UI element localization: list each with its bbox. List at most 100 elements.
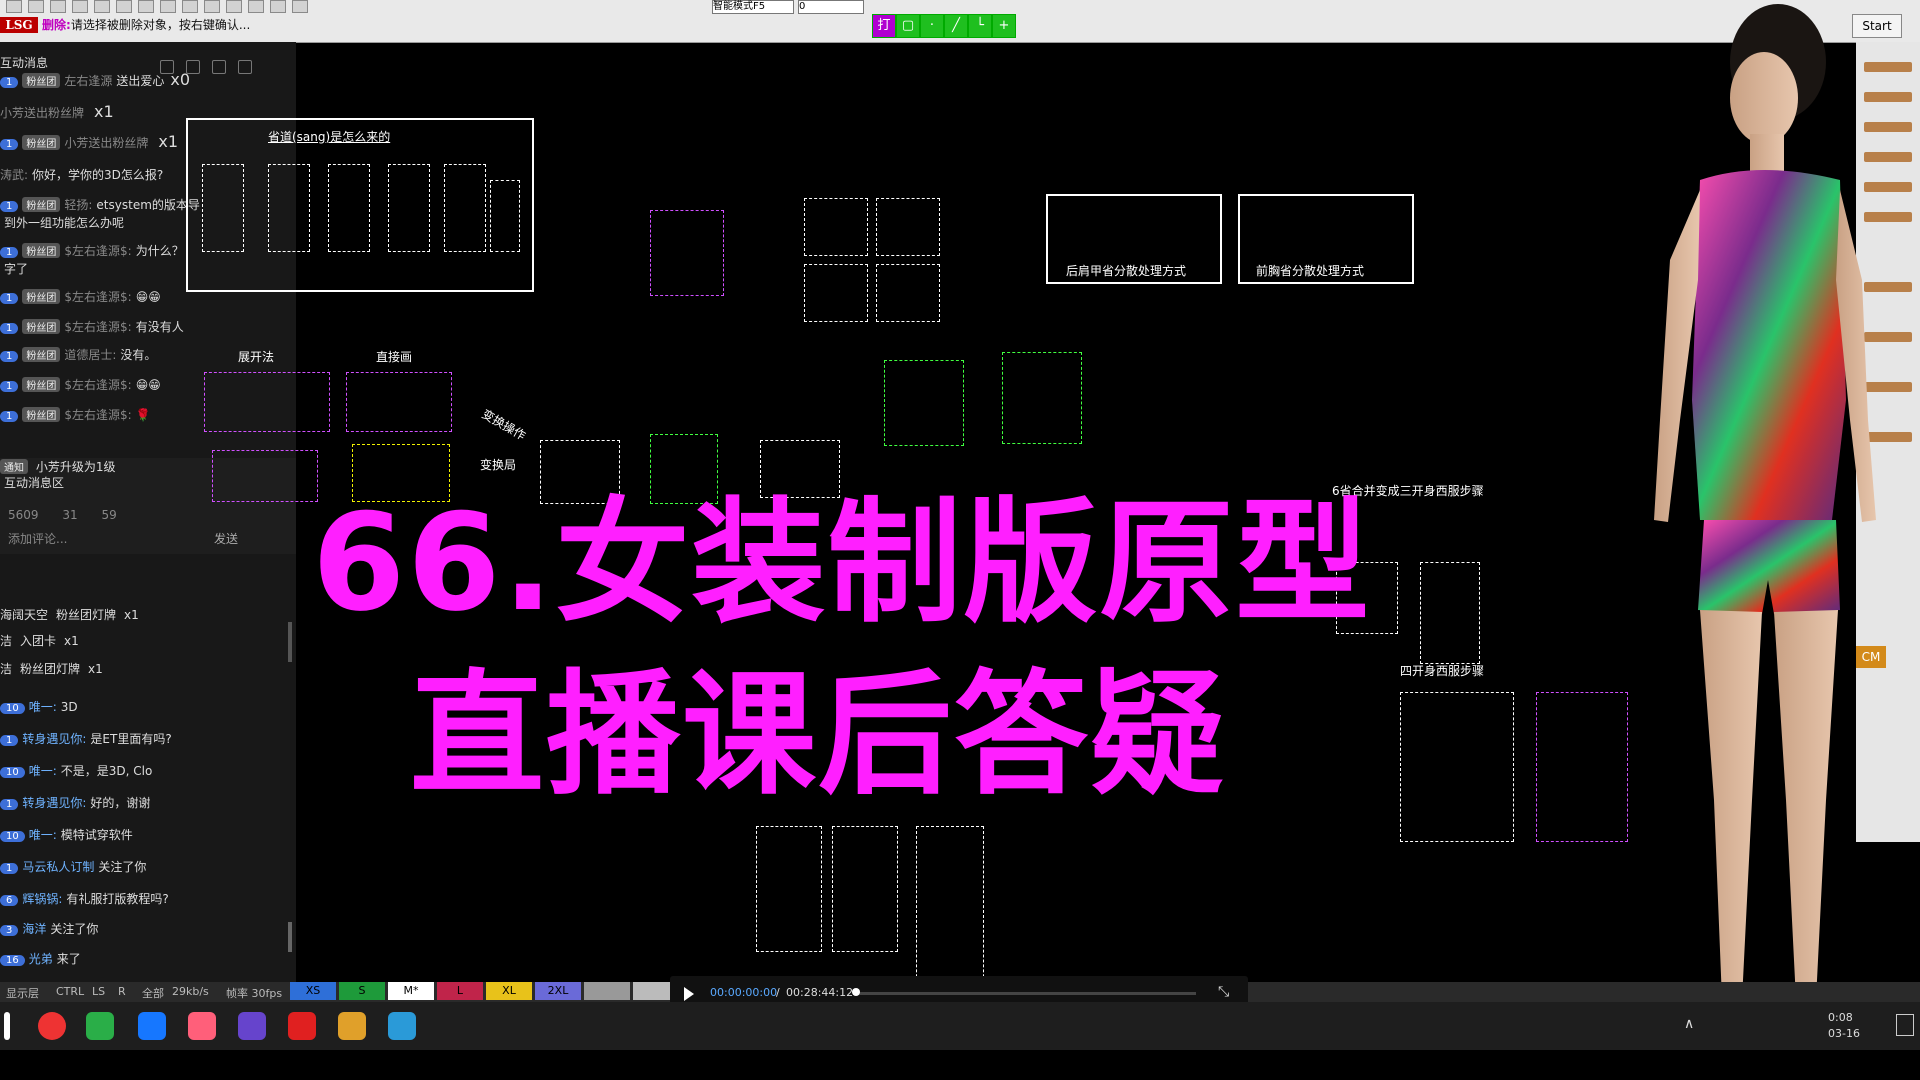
cross2-icon[interactable] xyxy=(270,0,286,13)
chat-text: 字了 xyxy=(4,262,29,276)
popout-icon[interactable] xyxy=(212,60,226,74)
avatar-shorts xyxy=(1698,520,1840,614)
delete-icon[interactable] xyxy=(204,0,220,13)
zoom-icon[interactable] xyxy=(138,0,154,13)
chat-username[interactable]: $左右逢源$: xyxy=(64,290,131,304)
wechat-icon[interactable] xyxy=(86,1012,114,1040)
overlay-title-line-2: 直播课后答疑 xyxy=(410,657,1227,813)
chat-username[interactable]: 转身遇见你: xyxy=(22,732,86,746)
user-level-badge: 1 xyxy=(0,139,19,150)
chat-username[interactable]: 海洋 xyxy=(22,922,46,936)
unfold-piece xyxy=(204,372,330,432)
chat-username[interactable]: 辉锅锅: xyxy=(22,892,62,906)
snap-square-icon[interactable]: ▢ xyxy=(896,14,920,38)
snap-dot-icon[interactable]: · xyxy=(920,14,944,38)
chat-username[interactable]: 小芳送出粉丝牌 xyxy=(64,136,148,150)
size-chip[interactable]: 2XL xyxy=(535,982,581,1000)
play-icon[interactable] xyxy=(684,987,694,1001)
display-layer[interactable]: 显示层 xyxy=(6,985,39,1001)
size-chip[interactable]: S xyxy=(339,982,385,1000)
avatar-top xyxy=(1692,170,1846,520)
chat-username[interactable]: 唯一: xyxy=(29,700,57,714)
clock-time: 0:08 xyxy=(1828,1011,1853,1024)
chat-username[interactable]: 光弟 xyxy=(29,952,53,966)
redo-icon[interactable] xyxy=(182,0,198,13)
chat-text: 送出爱心 xyxy=(116,74,165,88)
chat-username[interactable]: $左右逢源$: xyxy=(64,378,131,392)
mode-value-field[interactable]: 0 xyxy=(798,0,864,14)
chat-username[interactable]: 道德居士: xyxy=(64,348,116,362)
app-paw-icon[interactable] xyxy=(188,1012,216,1040)
app-live-icon[interactable] xyxy=(338,1012,366,1040)
chat-username[interactable]: 唯一: xyxy=(29,828,57,842)
pan-icon[interactable] xyxy=(116,0,132,13)
fullscreen-icon[interactable]: ⤡ xyxy=(1218,984,1229,1000)
chat-username[interactable]: 轻扬: xyxy=(64,198,92,212)
zoom-out-icon[interactable] xyxy=(50,0,66,13)
open-icon[interactable] xyxy=(6,0,22,13)
chat-username[interactable]: 转身遇见你: xyxy=(22,796,86,810)
fit-icon[interactable] xyxy=(94,0,110,13)
size-chip[interactable]: M* xyxy=(388,982,434,1000)
mode-select[interactable]: 智能模式F5 xyxy=(712,0,794,14)
user-level-badge: 10 xyxy=(0,767,25,778)
user-level-badge: 1 xyxy=(0,323,19,334)
app-cad-icon[interactable] xyxy=(388,1012,416,1040)
back-dart-label: 后肩甲省分散处理方式 xyxy=(1066,264,1187,278)
chat-username[interactable]: $左右逢源$: xyxy=(64,244,131,258)
chat-username[interactable]: $左右逢源$: xyxy=(64,320,131,334)
progress-track[interactable] xyxy=(856,992,1196,995)
chat-username[interactable]: 涛武: xyxy=(0,168,28,182)
app-record-icon[interactable] xyxy=(288,1012,316,1040)
zoom-in-icon[interactable] xyxy=(72,0,88,13)
snap-cross-icon[interactable]: + xyxy=(992,14,1016,38)
size-chip[interactable] xyxy=(584,982,630,1000)
chat-message: 1 粉丝团 $左右逢源$: 😁😁 xyxy=(0,376,161,393)
tray-expand-icon[interactable]: ∧ xyxy=(1684,1016,1694,1032)
start-icon[interactable] xyxy=(4,1012,10,1040)
system-clock[interactable]: 0:08 03-16 xyxy=(1828,1010,1860,1042)
chat-scrollbar-lower[interactable] xyxy=(288,922,292,952)
cross-icon[interactable] xyxy=(248,0,264,13)
stat-views: 5609 xyxy=(8,508,39,522)
chat-username[interactable]: 马云私人订制 xyxy=(22,860,94,874)
chrome-icon[interactable] xyxy=(38,1012,66,1040)
chat-message: 1 粉丝团 道德居士: 没有。 xyxy=(0,346,156,363)
chat-text: 没有。 xyxy=(120,348,157,362)
snap-corner-icon[interactable]: └ xyxy=(968,14,992,38)
chat-message: 1 转身遇见你: 好的，谢谢 xyxy=(0,794,150,811)
chat-input[interactable]: 添加评论... xyxy=(8,530,67,547)
chat-text: 有没有人 xyxy=(135,320,184,334)
size-chip[interactable]: XS xyxy=(290,982,336,1000)
size-chip[interactable]: XL xyxy=(486,982,532,1000)
close-icon[interactable] xyxy=(238,60,252,74)
size-chip[interactable]: L xyxy=(437,982,483,1000)
app-design-icon[interactable] xyxy=(238,1012,266,1040)
chat-username[interactable]: 左右逢源 xyxy=(64,74,112,88)
snap-line-icon[interactable]: ╱ xyxy=(944,14,968,38)
unfold-label: 展开法 xyxy=(238,350,275,364)
pattern-piece xyxy=(1536,692,1628,842)
erase-icon[interactable] xyxy=(292,0,308,13)
pattern-piece xyxy=(832,826,898,952)
fan-club-badge: 粉丝团 xyxy=(22,197,61,212)
snap-print-button[interactable]: 打 xyxy=(872,14,896,38)
app-shield-icon[interactable] xyxy=(138,1012,166,1040)
notification-icon[interactable] xyxy=(1896,1014,1914,1036)
pattern-piece xyxy=(328,164,370,252)
progress-knob[interactable] xyxy=(852,988,860,996)
move-icon[interactable] xyxy=(226,0,242,13)
chat-username[interactable]: 小芳送出粉丝牌 xyxy=(0,106,84,120)
chat-username[interactable]: 唯一: xyxy=(29,764,57,778)
send-button[interactable]: 发送 xyxy=(214,530,238,547)
chat-message: 3 海洋 关注了你 xyxy=(0,920,98,937)
four-piece-suit-label: 四开身西服步骤 xyxy=(1400,664,1485,678)
pattern-piece xyxy=(444,164,486,252)
save-icon[interactable] xyxy=(28,0,44,13)
fan-club-badge: 粉丝团 xyxy=(22,407,61,422)
all-indicator[interactable]: 全部 xyxy=(142,985,164,1001)
undo-icon[interactable] xyxy=(160,0,176,13)
top-toolbar: LSG 删除:请选择被删除对象，按右键确认... 智能模式F5 0 打 ▢ · … xyxy=(0,0,1920,43)
chat-scrollbar[interactable] xyxy=(288,622,292,662)
chat-username[interactable]: $左右逢源$: xyxy=(64,408,131,422)
